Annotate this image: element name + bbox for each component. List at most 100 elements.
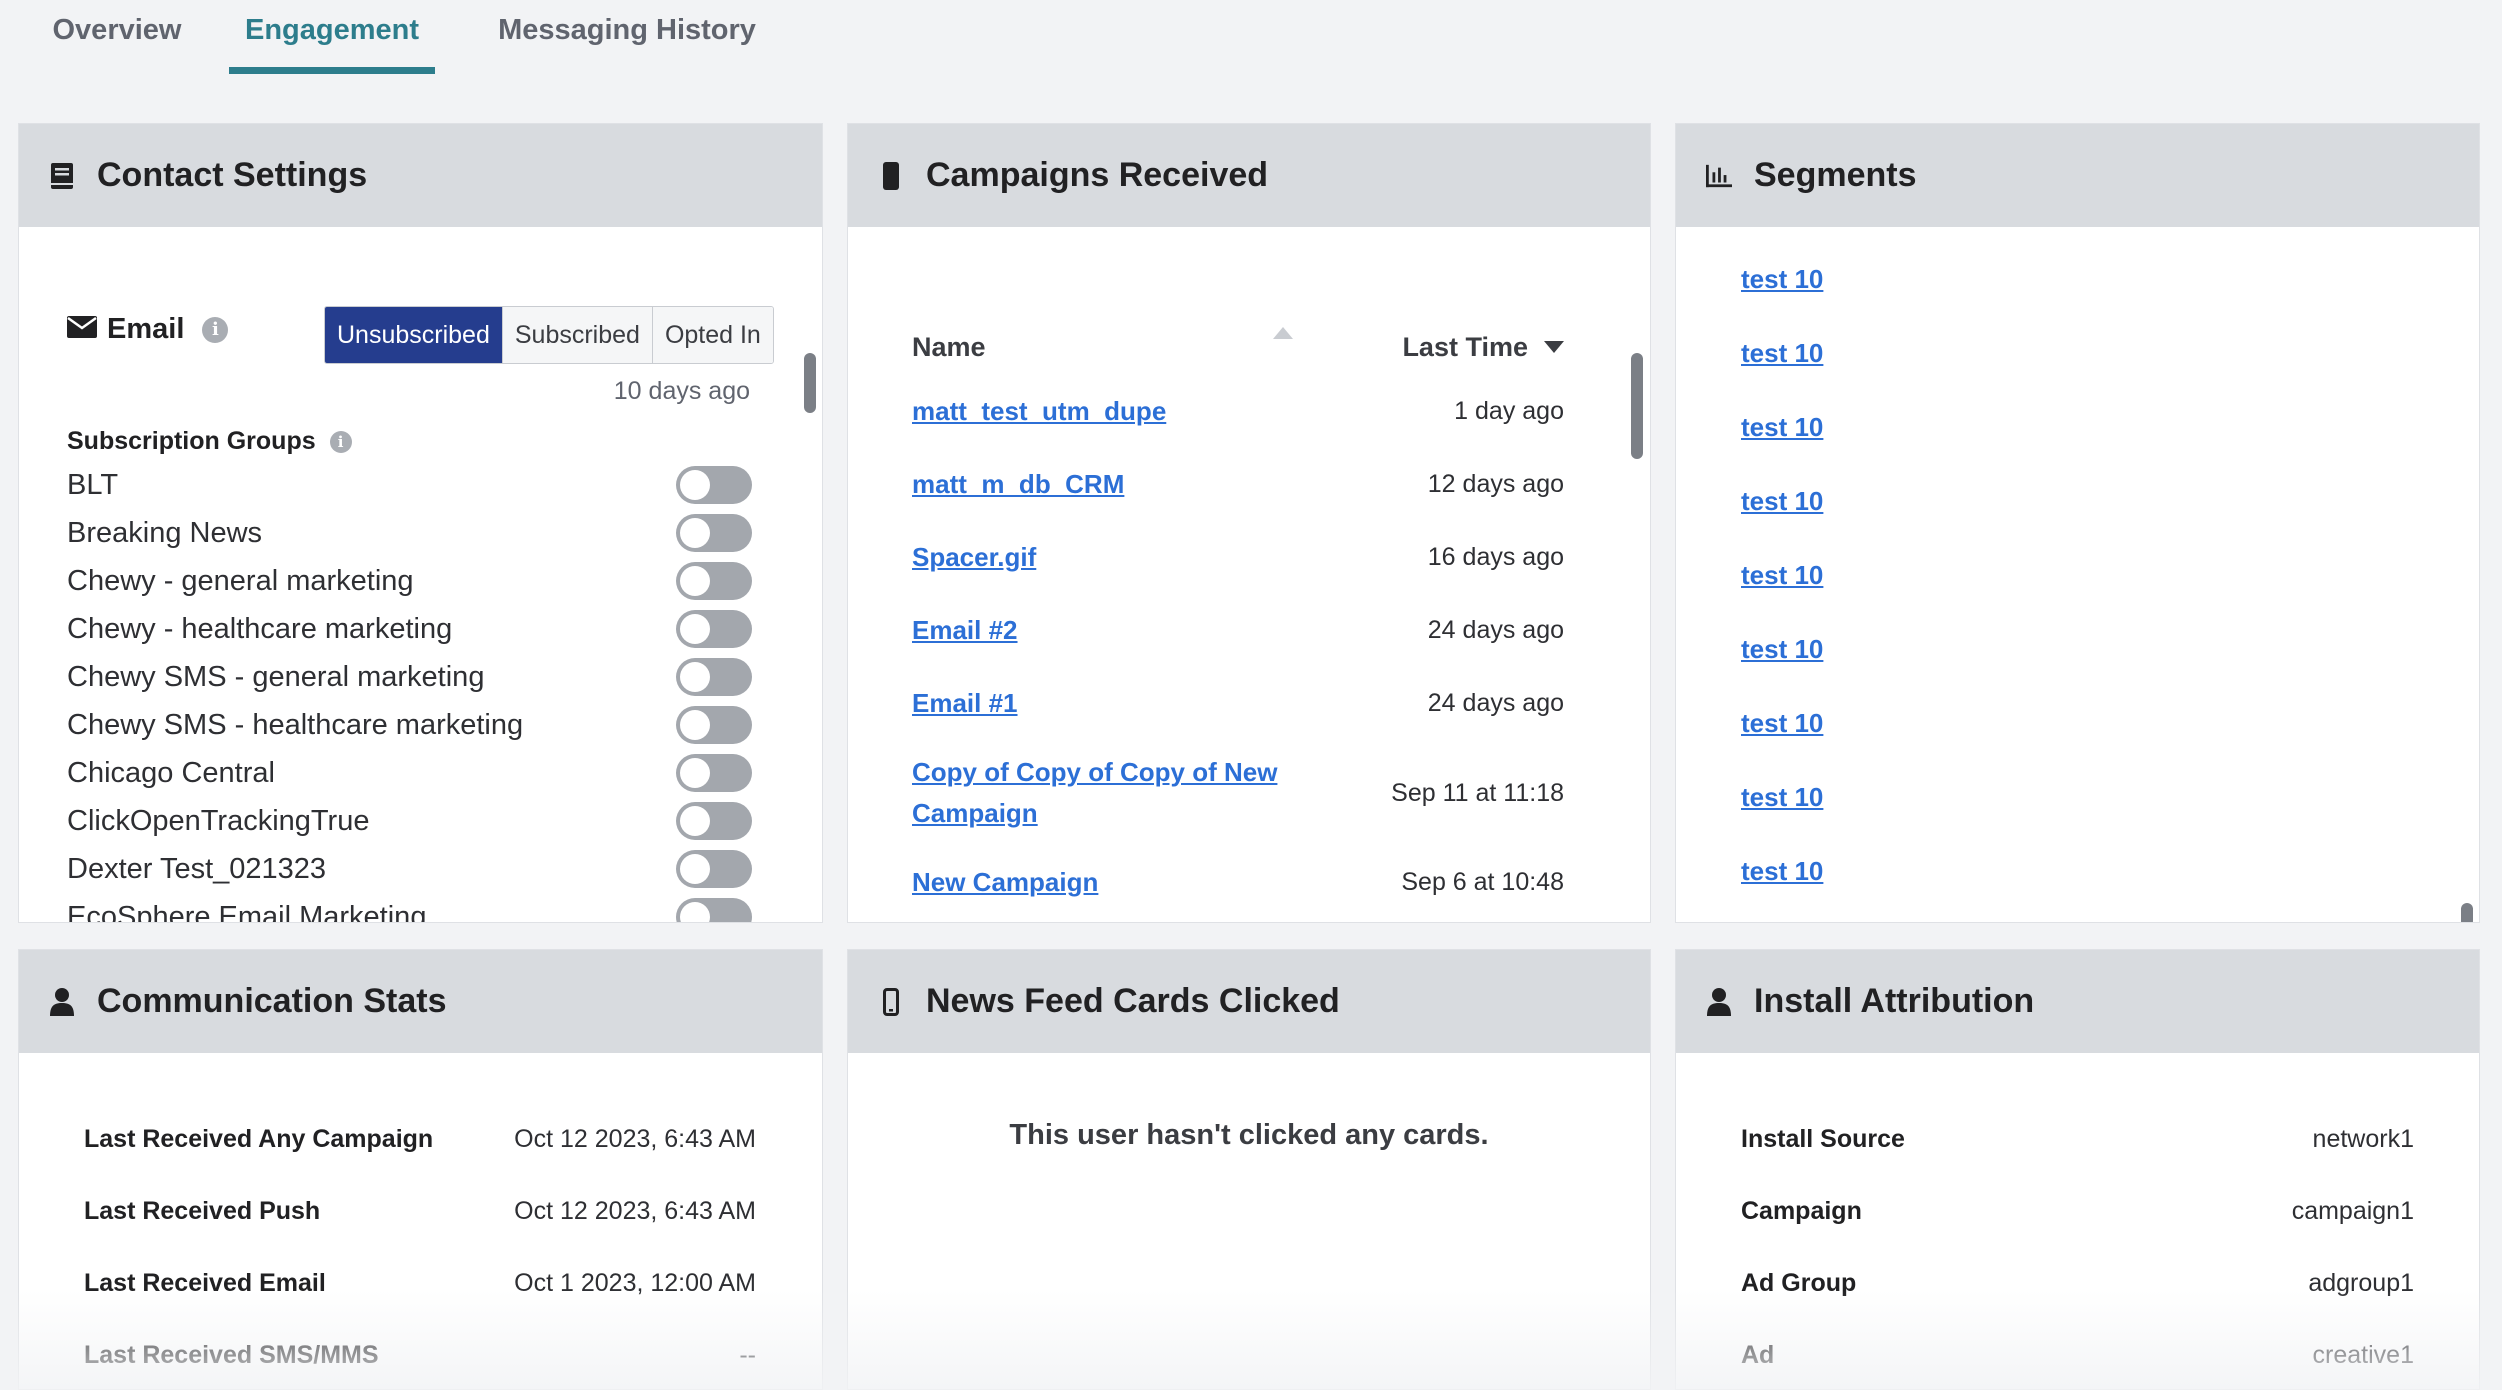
campaign-time: 16 days ago (1427, 543, 1564, 571)
group-toggle[interactable] (676, 466, 752, 504)
stat-value: creative1 (2312, 1340, 2414, 1369)
last-time-label: Last Time (1402, 331, 1528, 362)
opted-in-button[interactable]: Opted In (652, 307, 773, 363)
segment-link[interactable]: test 10 (1741, 553, 1823, 627)
campaigns-body: Name Last Time matt_test_utm_dupe 1 day a… (848, 227, 1650, 922)
tab-engagement[interactable]: Engagement (229, 0, 435, 74)
table-header: Name Last Time (912, 327, 1564, 367)
group-toggle[interactable] (676, 562, 752, 600)
group-name: Chicago Central (67, 756, 275, 789)
email-updated-time: 10 days ago (613, 377, 750, 405)
group-name: Chewy SMS - general marketing (67, 660, 485, 693)
email-label: Email (107, 313, 185, 345)
group-name: Breaking News (67, 516, 263, 549)
segments-card: Segments test 10 test 10 test 10 test 10… (1675, 123, 2480, 923)
sort-up-icon[interactable] (1273, 327, 1293, 339)
tab-overview[interactable]: Overview (34, 0, 200, 74)
list-item: Dexter Test_021323 (67, 845, 752, 893)
list-item: Breaking News (67, 509, 752, 557)
group-name: Chewy - general marketing (67, 564, 414, 597)
tab-bar: Overview Engagement Messaging History (0, 0, 2502, 76)
news-feed-body: This user hasn't clicked any cards. (848, 1053, 1650, 1389)
group-name: Chewy SMS - healthcare marketing (67, 708, 524, 741)
segment-link[interactable]: test 10 (1741, 405, 1823, 479)
campaign-link[interactable]: matt_test_utm_dupe (912, 391, 1166, 432)
unsubscribed-button[interactable]: Unsubscribed (325, 307, 503, 363)
card-header: News Feed Cards Clicked (848, 950, 1650, 1053)
stat-label: Install Source (1741, 1124, 1905, 1153)
install-attribution-body: Install Source network1 Campaign campaign1… (1676, 1053, 2479, 1389)
segment-link[interactable]: test 10 (1741, 849, 1823, 922)
tab-messaging-history[interactable]: Messaging History (498, 0, 756, 74)
campaign-time: 12 days ago (1427, 470, 1564, 498)
group-toggle[interactable] (676, 658, 752, 696)
card-header: Contact Settings (19, 124, 822, 227)
campaign-link[interactable]: Email #1 (912, 683, 1018, 724)
group-toggle[interactable] (676, 706, 752, 744)
person-icon (49, 987, 75, 1017)
email-subscription-control: Unsubscribed Subscribed Opted In (324, 306, 774, 364)
phone-icon (878, 161, 904, 191)
campaign-link[interactable]: Copy of Copy of Copy of New Campaign (912, 752, 1292, 834)
communication-stats-card: Communication Stats Last Received Any Ca… (18, 949, 823, 1390)
campaign-link[interactable]: matt_m_db_CRM (912, 464, 1124, 505)
segment-link[interactable]: test 10 (1741, 479, 1823, 553)
book-icon (49, 161, 75, 191)
info-icon[interactable]: i (329, 430, 352, 453)
group-toggle[interactable] (676, 514, 752, 552)
stat-label: Ad Group (1741, 1268, 1857, 1297)
stat-row: Last Received Push Oct 12 2023, 6:43 AM (84, 1175, 756, 1247)
stat-value: Oct 12 2023, 6:43 AM (514, 1124, 756, 1153)
stat-value: Oct 12 2023, 6:43 AM (514, 1196, 756, 1225)
card-title: Install Attribution (1754, 982, 2035, 1020)
card-title: Contact Settings (97, 156, 368, 194)
scrollbar[interactable] (2461, 903, 2473, 922)
stat-label: Campaign (1741, 1196, 1862, 1225)
last-time-column-header[interactable]: Last Time (1402, 332, 1564, 363)
group-toggle[interactable] (676, 610, 752, 648)
group-toggle[interactable] (676, 898, 752, 922)
stat-value: Oct 1 2023, 12:00 AM (514, 1268, 756, 1297)
group-toggle[interactable] (676, 802, 752, 840)
scrollbar[interactable] (804, 353, 816, 413)
email-row: Email i (67, 313, 229, 346)
campaign-link[interactable]: New Campaign (912, 862, 1098, 903)
segment-link[interactable]: test 10 (1741, 331, 1823, 405)
envelope-icon (67, 316, 97, 343)
table-row: matt_m_db_CRM 12 days ago (912, 448, 1564, 521)
card-header: Install Attribution (1676, 950, 2479, 1053)
table-row: matt_test_utm_dupe 1 day ago (912, 375, 1564, 448)
stat-label: Ad (1741, 1340, 1775, 1369)
contact-settings-body: Email i Unsubscribed Subscribed Opted In… (19, 227, 822, 922)
group-toggle[interactable] (676, 754, 752, 792)
group-toggle[interactable] (676, 850, 752, 888)
scrollbar[interactable] (1631, 353, 1643, 459)
sort-down-icon (1544, 341, 1564, 353)
segment-list: test 10 test 10 test 10 test 10 test 10 … (1741, 257, 1823, 922)
campaigns-received-card: Campaigns Received Name Last Time matt_t… (847, 123, 1651, 923)
list-item: Chewy - general marketing (67, 557, 752, 605)
group-name: ClickOpenTrackingTrue (67, 804, 370, 837)
segment-link[interactable]: test 10 (1741, 701, 1823, 775)
install-attribution-card: Install Attribution Install Source networ… (1675, 949, 2480, 1390)
stat-value: adgroup1 (2308, 1268, 2414, 1297)
campaign-list: matt_test_utm_dupe 1 day ago matt_m_db_CR… (912, 375, 1564, 919)
info-icon[interactable]: i (202, 316, 229, 343)
list-item: EcoSphere Email Marketing (67, 893, 752, 922)
campaign-link[interactable]: Email #2 (912, 610, 1018, 651)
card-title: Communication Stats (97, 982, 447, 1020)
card-title: News Feed Cards Clicked (926, 982, 1340, 1020)
subscribed-button[interactable]: Subscribed (502, 307, 653, 363)
segments-body: test 10 test 10 test 10 test 10 test 10 … (1676, 227, 2479, 922)
campaign-time: 1 day ago (1454, 397, 1564, 425)
segment-link[interactable]: test 10 (1741, 257, 1823, 331)
list-item: Chewy SMS - general marketing (67, 653, 752, 701)
segment-link[interactable]: test 10 (1741, 627, 1823, 701)
segment-link[interactable]: test 10 (1741, 775, 1823, 849)
card-title: Segments (1754, 156, 1917, 194)
name-column-header[interactable]: Name (912, 332, 986, 363)
card-header: Campaigns Received (848, 124, 1650, 227)
campaign-link[interactable]: Spacer.gif (912, 537, 1036, 578)
stat-row: Last Received Email Oct 1 2023, 12:00 AM (84, 1247, 756, 1319)
table-row: Email #1 24 days ago (912, 667, 1564, 740)
